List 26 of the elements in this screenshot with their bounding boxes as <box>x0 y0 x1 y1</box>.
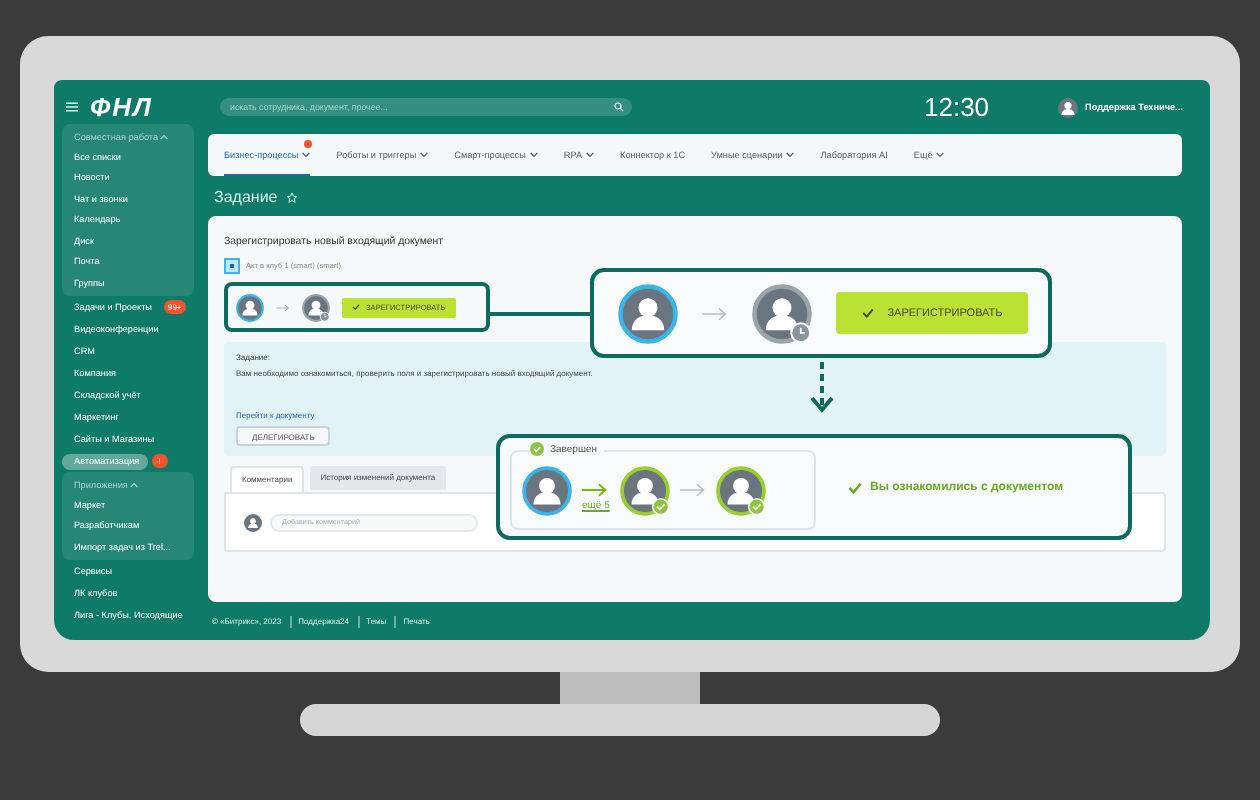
page-title: Задание <box>214 188 278 206</box>
user-avatar <box>302 293 330 321</box>
user-avatar <box>752 283 812 343</box>
dashed-arrow <box>810 362 834 414</box>
arrow-icon <box>702 305 728 321</box>
menu-icon[interactable] <box>66 101 78 111</box>
document-icon <box>224 257 240 273</box>
check-icon <box>848 481 862 493</box>
arrow-icon <box>679 482 706 498</box>
user-avatar[interactable] <box>1057 97 1078 117</box>
user-avatar <box>619 465 670 515</box>
user-avatar <box>618 283 678 343</box>
arrow-icon <box>276 303 290 311</box>
arrow-icon <box>582 481 609 497</box>
user-avatar <box>522 465 572 515</box>
star-icon[interactable] <box>285 191 298 203</box>
user-avatar <box>236 293 264 321</box>
caret-icon <box>160 134 169 141</box>
check-icon <box>861 308 874 318</box>
logo: ФНЛ <box>90 91 153 121</box>
clock-time: 12:30 <box>924 92 990 122</box>
user-avatar <box>715 465 766 515</box>
search-icon[interactable] <box>614 102 624 112</box>
caret-icon <box>130 482 139 489</box>
user-avatar <box>244 513 262 531</box>
check-icon <box>352 304 360 310</box>
